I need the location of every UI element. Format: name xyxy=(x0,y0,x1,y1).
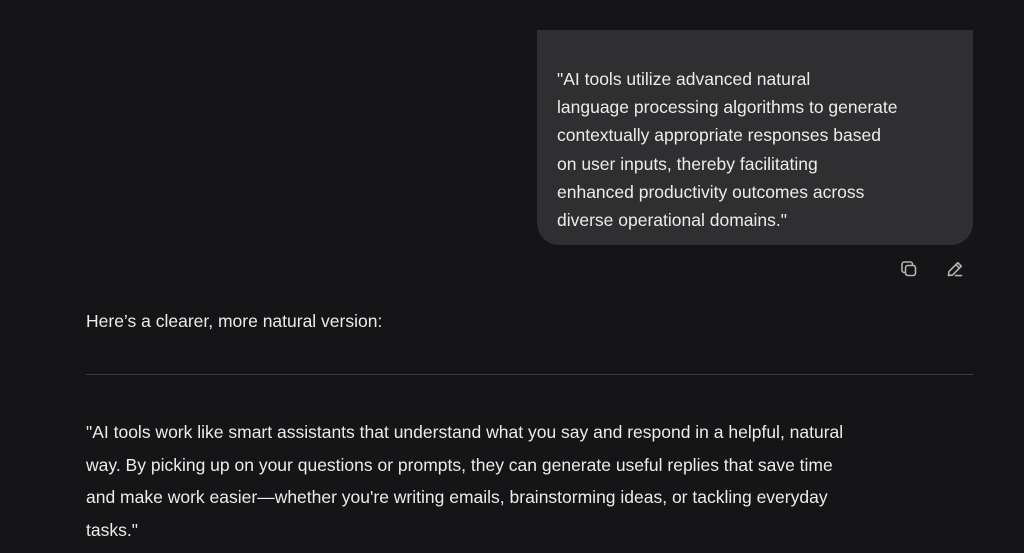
assistant-rewrite-line: way. By picking up on your questions or … xyxy=(86,454,833,475)
user-message-line: "AI tools utilize advanced natural xyxy=(557,69,811,89)
assistant-intro-text: Here’s a clearer, more natural version: xyxy=(86,311,383,331)
edit-button[interactable] xyxy=(943,257,967,281)
user-message-bubble: "AI tools utilize advanced natural langu… xyxy=(537,30,973,245)
user-message-line: on user inputs, thereby facilitating xyxy=(557,153,818,174)
user-message-line: diverse operational domains." xyxy=(557,210,787,231)
assistant-rewrite-line: tasks." xyxy=(86,519,138,540)
copy-button[interactable] xyxy=(897,257,921,281)
user-message-line: contextually appropriate responses based xyxy=(557,125,881,146)
copy-icon xyxy=(901,261,917,277)
assistant-rewrite-text: "AI tools work like smart assistants tha… xyxy=(86,416,973,546)
user-message-actions xyxy=(897,257,967,281)
edit-icon xyxy=(947,261,963,277)
chat-thread: "AI tools utilize advanced natural langu… xyxy=(0,0,1024,553)
divider xyxy=(86,374,973,375)
user-message-line: language processing algorithms to genera… xyxy=(557,97,898,118)
assistant-rewrite-line: "AI tools work like smart assistants tha… xyxy=(86,422,844,442)
assistant-rewrite-line: and make work easier—whether you're writ… xyxy=(86,487,828,507)
user-message-line: enhanced productivity outcomes across xyxy=(557,181,865,202)
